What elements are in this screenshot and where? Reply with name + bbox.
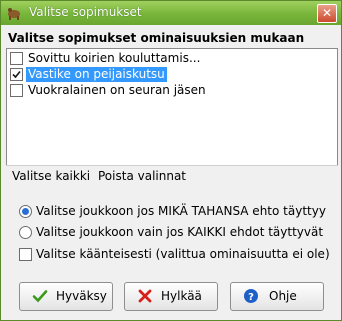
item-checkbox[interactable]	[10, 84, 23, 97]
close-button[interactable]: ✕	[317, 4, 337, 23]
item-label: Sovittu koirien kouluttamis...	[28, 51, 201, 65]
item-label: Vuokralainen on seuran jäsen	[28, 83, 206, 97]
title-bar[interactable]: Valitse sopimukset ✕	[1, 1, 341, 25]
app-icon	[8, 8, 20, 20]
item-label: Vastike on peijaiskutsu	[26, 67, 167, 82]
close-icon: ✕	[321, 6, 333, 20]
radio-any-label: Valitse joukkoon jos MIKÄ TAHANSA ehto t…	[36, 204, 326, 218]
list-item[interactable]: Vuokralainen on seuran jäsen	[9, 83, 329, 98]
dialog-window: Valitse sopimukset ✕ Valitse sopimukset …	[0, 0, 342, 321]
ok-label: Hyväksy	[56, 289, 107, 303]
ok-button[interactable]: Hyväksy	[19, 282, 113, 311]
svg-text:?: ?	[248, 292, 254, 303]
group-title: Valitse sopimukset ominaisuuksien mukaan	[8, 31, 305, 45]
item-checkbox[interactable]	[10, 52, 23, 65]
clear-selection-button[interactable]: Poista valinnat	[98, 169, 186, 183]
radio-button[interactable]	[19, 205, 32, 218]
select-all-button[interactable]: Valitse kaikki	[12, 169, 90, 183]
invert-checkbox[interactable]	[19, 248, 32, 261]
cross-icon	[138, 289, 152, 303]
help-button[interactable]: ? Ohje	[230, 282, 324, 311]
radio-all-label: Valitse joukkoon vain jos KAIKKI ehdot t…	[36, 225, 324, 239]
checkmark-icon	[32, 290, 48, 303]
cancel-label: Hylkää	[161, 289, 202, 303]
checkmark-icon	[12, 70, 21, 79]
item-checkbox[interactable]	[10, 68, 23, 81]
list-item[interactable]: Vastike on peijaiskutsu	[9, 67, 329, 82]
help-label: Ohje	[269, 289, 297, 303]
window-title: Valitse sopimukset	[29, 5, 142, 19]
list-item[interactable]: Sovittu koirien kouluttamis...	[9, 51, 329, 66]
radio-dot	[22, 208, 29, 215]
list-toolbar: Valitse kaikki Poista valinnat	[6, 165, 338, 186]
invert-label: Valitse käänteisesti (valittua ominaisuu…	[36, 247, 330, 261]
radio-button[interactable]	[19, 226, 32, 239]
agreement-listbox[interactable]: Sovittu koirien kouluttamis... Vastike o…	[6, 48, 338, 166]
cancel-button[interactable]: Hylkää	[124, 282, 218, 311]
help-icon: ?	[244, 289, 258, 303]
